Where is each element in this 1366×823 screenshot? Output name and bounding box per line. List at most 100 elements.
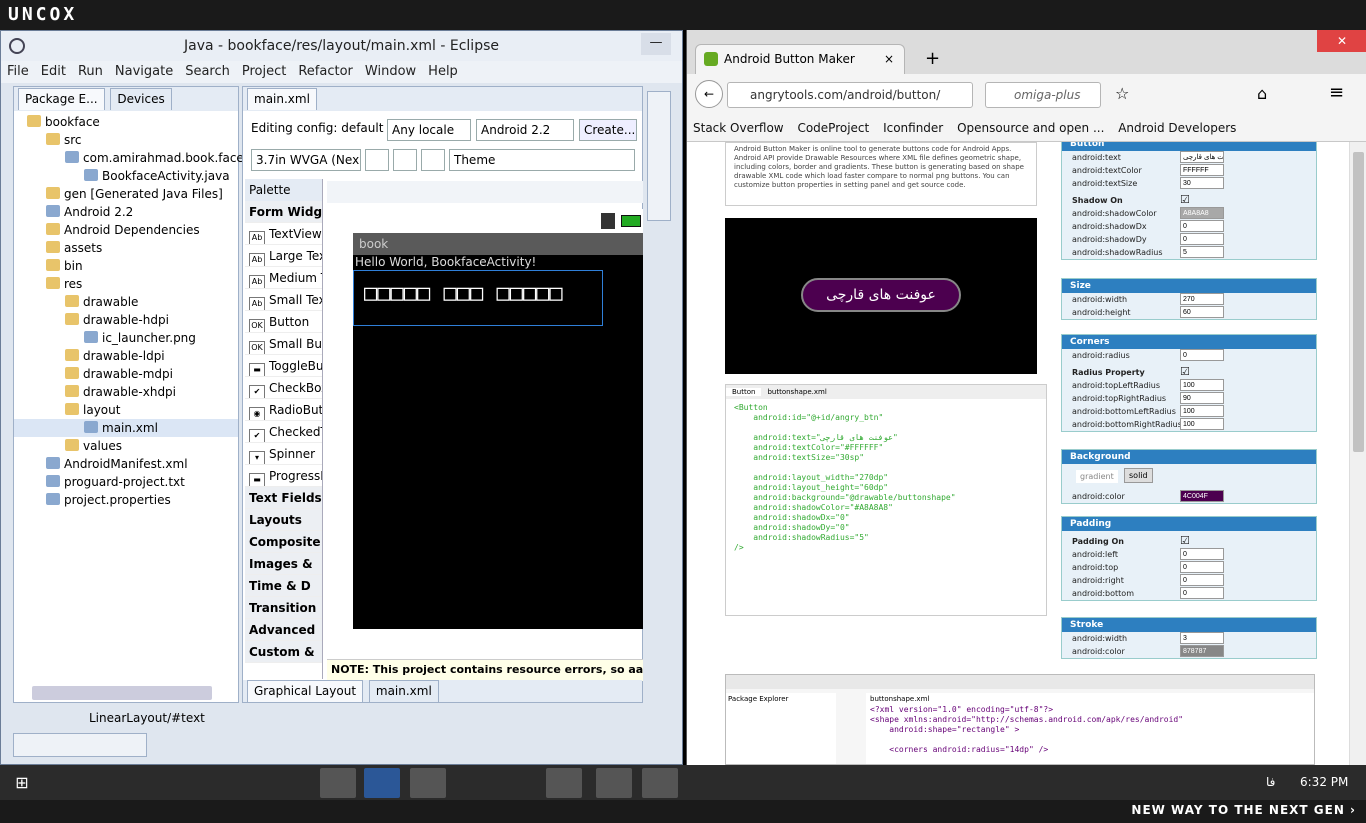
- palette-widget[interactable]: Ab Medium T: [245, 267, 322, 289]
- palette-category[interactable]: Composite: [245, 531, 322, 553]
- tab-graphical-layout[interactable]: Graphical Layout: [247, 680, 364, 702]
- search-box[interactable]: omiga-plus: [985, 82, 1101, 108]
- close-tab-icon[interactable]: ×: [884, 45, 894, 73]
- setting-input[interactable]: [1180, 548, 1224, 560]
- theme-select[interactable]: Theme: [449, 149, 635, 171]
- tree-item[interactable]: Android 2.2: [14, 203, 238, 221]
- horizontal-scrollbar[interactable]: [32, 686, 212, 700]
- tree-item[interactable]: AndroidManifest.xml: [14, 455, 238, 473]
- palette-category[interactable]: Form Widg: [245, 201, 322, 223]
- url-bar[interactable]: angrytools.com/android/button/: [727, 82, 973, 108]
- setting-input[interactable]: [1180, 151, 1224, 163]
- section-header[interactable]: Button: [1062, 142, 1316, 151]
- api-select[interactable]: Android 2.2: [476, 119, 574, 141]
- palette-category[interactable]: Images &: [245, 553, 322, 575]
- tree-item[interactable]: res: [14, 275, 238, 293]
- orientation-select[interactable]: [365, 149, 389, 171]
- tree-item[interactable]: com.amirahmad.book.face: [14, 149, 244, 167]
- setting-input[interactable]: [1180, 349, 1224, 361]
- setting-input[interactable]: [1180, 293, 1224, 305]
- home-icon[interactable]: ⌂: [1257, 84, 1267, 103]
- setting-input[interactable]: [1180, 392, 1224, 404]
- start-button[interactable]: ⊞: [4, 768, 40, 798]
- tree-item[interactable]: project.properties: [14, 491, 238, 509]
- section-header[interactable]: Stroke: [1062, 618, 1316, 632]
- tree-item[interactable]: Android Dependencies: [14, 221, 238, 239]
- checkbox[interactable]: ☑: [1180, 193, 1190, 206]
- preview-button[interactable]: عوفنت های قارچی: [801, 278, 961, 312]
- palette-widget[interactable]: ▾ Spinner: [245, 443, 322, 465]
- setting-input[interactable]: [1180, 645, 1224, 657]
- setting-input[interactable]: [1180, 379, 1224, 391]
- gradient-button[interactable]: gradient: [1076, 470, 1118, 483]
- tree-item[interactable]: main.xml: [14, 419, 238, 437]
- tree-item[interactable]: ic_launcher.png: [14, 329, 238, 347]
- menu-navigate[interactable]: Navigate: [109, 61, 179, 83]
- setting-input[interactable]: [1180, 405, 1224, 417]
- palette-widget[interactable]: ▬ ProgressB: [245, 465, 322, 487]
- setting-input[interactable]: [1180, 490, 1224, 502]
- menu-icon[interactable]: ≡: [1329, 82, 1344, 103]
- tree-item[interactable]: drawable-hdpi: [14, 311, 238, 329]
- device-select[interactable]: 3.7in WVGA (Nex: [251, 149, 361, 171]
- page-scrollbar[interactable]: [1349, 142, 1366, 765]
- palette-widget[interactable]: OK Button: [245, 311, 322, 333]
- close-window-button[interactable]: ✕: [1317, 30, 1366, 52]
- taskbar-media-icon[interactable]: [642, 768, 678, 798]
- checkbox[interactable]: ☑: [1180, 365, 1190, 378]
- palette-category[interactable]: Layouts: [245, 509, 322, 531]
- palette-widget[interactable]: Ab TextView: [245, 223, 322, 245]
- setting-input[interactable]: [1180, 561, 1224, 573]
- menu-refactor[interactable]: Refactor: [292, 61, 359, 83]
- taskbar-firefox-icon[interactable]: [410, 768, 446, 798]
- new-tab-button[interactable]: +: [925, 48, 940, 69]
- palette-category[interactable]: Custom &: [245, 641, 322, 663]
- palette-widget[interactable]: OK Small Butt: [245, 333, 322, 355]
- tree-item[interactable]: drawable-mdpi: [14, 365, 238, 383]
- minimize-button[interactable]: —: [641, 33, 671, 55]
- menu-edit[interactable]: Edit: [35, 61, 72, 83]
- setting-input[interactable]: [1180, 306, 1224, 318]
- tab-package-explorer[interactable]: Package E...: [18, 88, 105, 110]
- dock-select[interactable]: [393, 149, 417, 171]
- setting-input[interactable]: [1180, 587, 1224, 599]
- setting-input[interactable]: [1180, 207, 1224, 219]
- menu-window[interactable]: Window: [359, 61, 422, 83]
- palette-widget[interactable]: ✔ CheckedT: [245, 421, 322, 443]
- setting-input[interactable]: [1180, 632, 1224, 644]
- palette-category[interactable]: Transition: [245, 597, 322, 619]
- night-select[interactable]: [421, 149, 445, 171]
- palette-category[interactable]: Advanced: [245, 619, 322, 641]
- tree-item[interactable]: drawable: [14, 293, 238, 311]
- menu-project[interactable]: Project: [236, 61, 292, 83]
- setting-input[interactable]: [1180, 233, 1224, 245]
- setting-input[interactable]: [1180, 177, 1224, 189]
- solid-button[interactable]: solid: [1124, 468, 1153, 483]
- taskbar-chrome-icon[interactable]: [320, 768, 356, 798]
- tab-main-xml[interactable]: main.xml: [247, 88, 317, 110]
- taskbar-eclipse-icon[interactable]: [596, 768, 632, 798]
- menu-search[interactable]: Search: [179, 61, 236, 83]
- tab-xml-source[interactable]: main.xml: [368, 680, 439, 702]
- setting-input[interactable]: [1180, 418, 1224, 430]
- setting-input[interactable]: [1180, 164, 1224, 176]
- back-button[interactable]: ←: [695, 80, 723, 108]
- palette-widget[interactable]: ◉ RadioButt: [245, 399, 322, 421]
- language-indicator[interactable]: فا: [1266, 775, 1275, 789]
- taskbar-word-icon[interactable]: [364, 768, 400, 798]
- palette-category[interactable]: Text Fields: [245, 487, 322, 509]
- setting-input[interactable]: [1180, 574, 1224, 586]
- tree-item[interactable]: assets: [14, 239, 238, 257]
- tree-item[interactable]: proguard-project.txt: [14, 473, 238, 491]
- star-icon[interactable]: ☆: [1115, 84, 1129, 103]
- tree-item[interactable]: values: [14, 437, 238, 455]
- tree-item[interactable]: layout: [14, 401, 238, 419]
- locale-select[interactable]: Any locale: [387, 119, 471, 141]
- bookmark-android-developers[interactable]: Android Developers: [1118, 114, 1236, 142]
- tree-item[interactable]: bookface: [14, 113, 238, 131]
- section-header[interactable]: Background: [1062, 450, 1316, 464]
- browser-tab[interactable]: Android Button Maker ×: [695, 44, 905, 74]
- tree-item[interactable]: bin: [14, 257, 238, 275]
- setting-input[interactable]: [1180, 220, 1224, 232]
- bookmark-codeproject[interactable]: CodeProject: [797, 114, 869, 142]
